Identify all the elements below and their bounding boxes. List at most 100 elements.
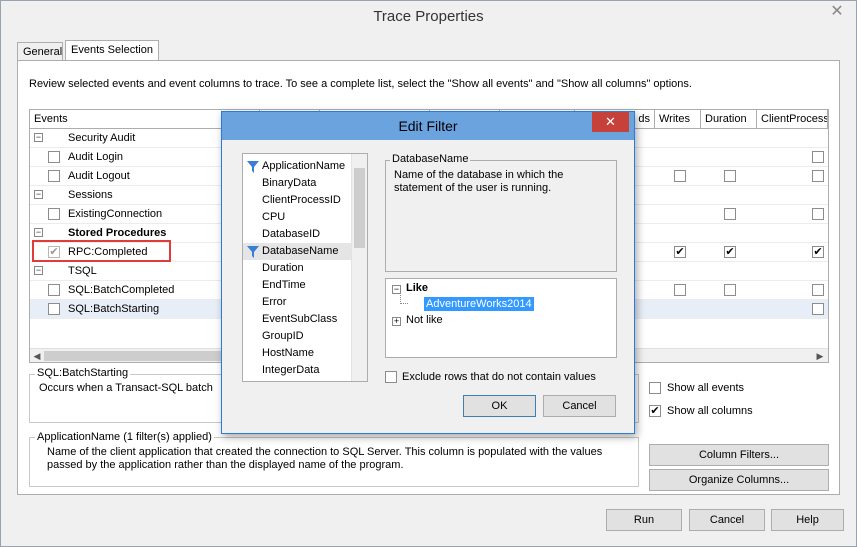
column-list-item[interactable]: ApplicationName <box>243 158 351 175</box>
tab-events-selection[interactable]: Events Selection <box>65 40 159 61</box>
organize-columns-button[interactable]: Organize Columns... <box>649 469 829 491</box>
column-list-label: BinaryData <box>262 177 317 189</box>
show-all-columns-label[interactable]: Show all columns <box>667 405 753 417</box>
show-all-columns-checkbox[interactable]: ✔ <box>649 405 661 417</box>
scroll-right-icon[interactable]: ▶ <box>814 350 826 362</box>
column-list-item[interactable]: HostName <box>243 345 351 362</box>
column-list-item[interactable]: ClientProcessID <box>243 192 351 209</box>
cancel-button[interactable]: Cancel <box>689 509 765 531</box>
annotation-highlight-box <box>32 240 171 262</box>
column-list-item[interactable]: DatabaseName <box>243 243 351 260</box>
tab-general[interactable]: General <box>17 42 63 60</box>
column-checkbox[interactable]: ✔ <box>724 246 736 258</box>
filter-funnel-icon <box>247 161 259 173</box>
help-button[interactable]: Help <box>771 509 844 531</box>
column-list-item[interactable]: EventSubClass <box>243 311 351 328</box>
exclude-rows-checkbox[interactable] <box>385 371 397 383</box>
scroll-thumb[interactable] <box>354 168 365 248</box>
event-checkbox[interactable] <box>48 151 60 163</box>
column-list-label: EndTime <box>262 279 306 291</box>
column-list-label: ClientProcessID <box>262 194 341 206</box>
show-all-events-label[interactable]: Show all events <box>667 382 744 394</box>
ok-button[interactable]: OK <box>463 395 536 417</box>
column-list-item[interactable]: CPU <box>243 209 351 226</box>
collapse-icon[interactable]: − <box>34 133 43 142</box>
column-checkbox[interactable] <box>724 208 736 220</box>
collapse-icon[interactable]: − <box>34 190 43 199</box>
column-list-label: Error <box>262 296 287 308</box>
event-label: Audit Login <box>68 151 124 163</box>
dialog-title: Edit Filter <box>398 118 458 134</box>
run-button[interactable]: Run <box>606 509 682 531</box>
column-description-heading: DatabaseName <box>390 153 471 165</box>
filter-tree[interactable]: − Like AdventureWorks2014 + Not like <box>385 278 617 358</box>
header-clientprocess[interactable]: ClientProcess <box>757 110 828 129</box>
column-list-label: ApplicationName <box>262 160 346 172</box>
column-description-body: Name of the database in which the statem… <box>394 169 564 194</box>
event-category-label: Stored Procedures <box>68 227 167 239</box>
filter-funnel-icon <box>247 246 259 258</box>
event-description-title: SQL:BatchStarting <box>35 367 131 379</box>
event-label: Audit Logout <box>68 170 130 182</box>
column-list-label: EventSubClass <box>262 313 338 325</box>
tree-connector <box>400 292 408 304</box>
column-checkbox[interactable]: ✔ <box>812 246 824 258</box>
column-checkbox[interactable] <box>674 170 686 182</box>
column-description-text: Name of the client application that crea… <box>47 446 603 471</box>
intro-text: Review selected events and event columns… <box>29 78 692 90</box>
column-list-label: DatabaseID <box>262 228 321 240</box>
event-label: SQL:BatchCompleted <box>68 284 175 296</box>
column-checkbox[interactable] <box>724 284 736 296</box>
column-checkbox[interactable] <box>812 170 824 182</box>
collapse-icon[interactable]: − <box>34 266 43 275</box>
dialog-close-icon[interactable]: ✕ <box>592 112 629 132</box>
column-list[interactable]: ApplicationName BinaryData ClientProcessID… <box>242 153 368 382</box>
column-list-label: Duration <box>262 262 304 274</box>
tree-node-like[interactable]: Like <box>406 282 428 294</box>
column-checkbox[interactable] <box>724 170 736 182</box>
column-checkbox[interactable] <box>812 208 824 220</box>
column-list-scrollbar[interactable] <box>351 154 367 381</box>
tree-node-not-like[interactable]: Not like <box>406 314 443 326</box>
event-checkbox[interactable] <box>48 303 60 315</box>
event-checkbox[interactable] <box>48 170 60 182</box>
column-checkbox[interactable] <box>812 303 824 315</box>
column-checkbox[interactable] <box>812 151 824 163</box>
dialog-titlebar[interactable]: Edit Filter ✕ <box>222 112 634 140</box>
window-close-icon[interactable]: ✕ <box>821 1 853 23</box>
window-titlebar[interactable]: Trace Properties ✕ <box>1 1 856 33</box>
event-checkbox[interactable] <box>48 208 60 220</box>
dialog-cancel-button[interactable]: Cancel <box>543 395 616 417</box>
column-filters-button[interactable]: Column Filters... <box>649 444 829 466</box>
column-list-item[interactable]: Duration <box>243 260 351 277</box>
event-label: SQL:BatchStarting <box>68 303 160 315</box>
column-list-label: IntegerData <box>262 364 320 376</box>
column-list-item[interactable]: BinaryData <box>243 175 351 192</box>
event-category-label: Security Audit <box>68 132 136 144</box>
column-list-item[interactable]: EndTime <box>243 277 351 294</box>
show-all-events-checkbox[interactable] <box>649 382 661 394</box>
filter-value-input[interactable]: AdventureWorks2014 <box>424 297 534 311</box>
event-category-label: TSQL <box>68 265 97 277</box>
collapse-icon[interactable]: − <box>34 228 43 237</box>
event-category-label: Sessions <box>68 189 113 201</box>
column-checkbox[interactable]: ✔ <box>674 246 686 258</box>
event-checkbox[interactable] <box>48 284 60 296</box>
expand-icon[interactable]: + <box>392 317 401 326</box>
edit-filter-dialog: Edit Filter ✕ ApplicationName BinaryData C… <box>221 111 635 434</box>
column-list-item[interactable]: DatabaseID <box>243 226 351 243</box>
column-list-label: GroupID <box>262 330 304 342</box>
exclude-rows-label[interactable]: Exclude rows that do not contain values <box>402 371 596 383</box>
window-title: Trace Properties <box>373 8 484 25</box>
header-writes[interactable]: Writes <box>655 110 701 129</box>
column-checkbox[interactable] <box>812 284 824 296</box>
column-checkbox[interactable] <box>674 284 686 296</box>
column-list-item[interactable]: Error <box>243 294 351 311</box>
event-label: ExistingConnection <box>68 208 163 220</box>
column-list-item[interactable]: IntegerData <box>243 362 351 379</box>
column-list-item[interactable]: GroupID <box>243 328 351 345</box>
scroll-left-icon[interactable]: ◀ <box>31 350 43 362</box>
event-description-text: Occurs when a Transact-SQL batch <box>39 382 213 394</box>
column-list-label: DatabaseName <box>262 245 339 257</box>
header-duration[interactable]: Duration <box>701 110 757 129</box>
